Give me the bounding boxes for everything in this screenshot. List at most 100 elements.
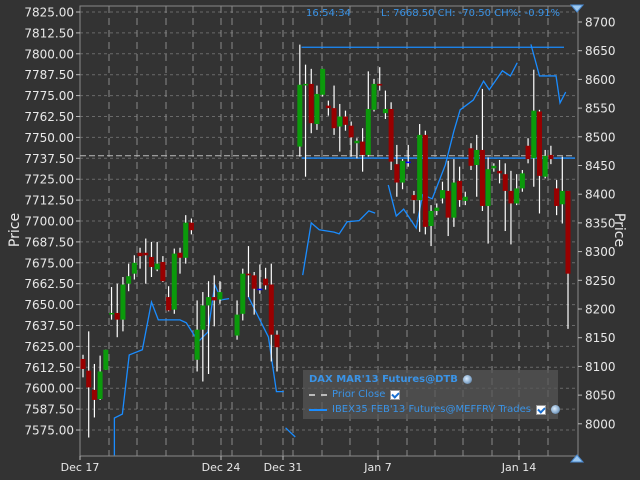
candle-body: [462, 196, 468, 201]
ibex-line-segment: [302, 210, 376, 276]
candle: [183, 215, 189, 264]
candle: [428, 205, 434, 247]
candle: [445, 160, 451, 237]
candle-body: [308, 83, 314, 124]
candle: [171, 248, 177, 314]
left-tick-label: 7775.00: [24, 89, 74, 103]
candle: [148, 241, 154, 278]
candle-body: [337, 116, 343, 127]
candle: [371, 78, 377, 112]
legend-title: DAX MAR'13 Futures@DTB: [309, 374, 458, 385]
candle-body: [394, 164, 400, 183]
candle: [519, 170, 525, 192]
left-tick-label: 7762.50: [24, 110, 74, 124]
candle-body: [143, 252, 149, 256]
candle-body: [268, 284, 274, 335]
candle-body: [274, 334, 280, 348]
candle: [348, 121, 354, 157]
left-tick-label: 7687.50: [24, 235, 74, 249]
right-tick-label: 8050: [585, 389, 616, 403]
prior-close-checkbox[interactable]: [390, 389, 401, 400]
candle-body: [388, 108, 394, 162]
candle-body: [251, 275, 257, 289]
candle-body: [211, 297, 217, 301]
legend-item-ibex: IBEX35 FEB'13 Futures@MEFFRV Trades: [332, 404, 531, 415]
candle-body: [320, 68, 326, 95]
candle-body: [457, 180, 463, 201]
left-tick-label: 7712.50: [24, 194, 74, 208]
candle-body: [400, 160, 406, 183]
legend: DAX MAR'13 Futures@DTB Prior Close IBEX3…: [303, 370, 560, 419]
candle-body: [240, 273, 246, 314]
candle-body: [114, 312, 120, 320]
candle: [240, 268, 246, 321]
candle: [314, 85, 320, 130]
candle: [325, 100, 331, 116]
candle: [559, 156, 565, 224]
candle: [86, 331, 92, 438]
candle: [422, 130, 428, 235]
ibex-checkbox[interactable]: [535, 404, 546, 415]
candle-body: [257, 288, 263, 291]
candle: [297, 44, 303, 157]
candle-body: [519, 173, 525, 189]
left-tick-label: 7700.00: [24, 215, 74, 229]
candle: [565, 190, 571, 329]
candle: [548, 145, 554, 165]
candle: [457, 166, 463, 207]
x-tick-label: Jan 14: [501, 461, 536, 474]
candle-body: [360, 141, 366, 155]
candle: [154, 241, 160, 272]
candle-body: [491, 165, 497, 169]
settings-icon[interactable]: [550, 405, 560, 414]
left-tick-label: 7725.00: [24, 173, 74, 187]
candle-body: [554, 188, 560, 206]
right-tick-label: 8500: [585, 130, 616, 144]
candle-body: [417, 134, 423, 201]
candle-body: [411, 195, 417, 201]
candle: [194, 300, 200, 372]
left-axis: 7825.00 7812.50 7800.00 7787.50 7775.00 7762.…: [24, 6, 80, 438]
right-tick-label: 8550: [585, 102, 616, 116]
candle-body: [126, 276, 132, 284]
candle: [331, 85, 337, 135]
x-axis: Dec 17 Dec 24 Dec 31 Jan 7 Jan 14: [61, 456, 536, 474]
candle-body: [536, 111, 542, 176]
candle-body: [428, 210, 434, 227]
candle: [303, 64, 309, 177]
left-tick-label: 7825.00: [24, 6, 74, 20]
candle: [200, 292, 206, 382]
left-tick-label: 7600.00: [24, 382, 74, 396]
left-tick-label: 7637.50: [24, 319, 74, 333]
left-tick-label: 7812.50: [24, 26, 74, 40]
candle: [320, 68, 326, 97]
candle-body: [109, 312, 115, 315]
right-tick-label: 8250: [585, 274, 616, 288]
candle-body: [451, 182, 457, 218]
candle: [103, 349, 109, 370]
candle-body: [542, 155, 548, 177]
ibex-line-segment: [285, 427, 296, 438]
candle-body: [342, 116, 348, 125]
candle-body: [502, 174, 508, 191]
candle-body: [131, 262, 137, 274]
left-tick-label: 7612.50: [24, 361, 74, 375]
candle: [126, 263, 132, 292]
top-scroll-marker-icon[interactable]: [569, 4, 585, 13]
candle: [468, 143, 474, 171]
right-tick-label: 8200: [585, 303, 616, 317]
candle-body: [371, 83, 377, 110]
candle-body: [565, 190, 571, 274]
right-tick-label: 8100: [585, 360, 616, 374]
left-axis-title: Price: [7, 212, 24, 248]
right-tick-label: 8700: [585, 16, 616, 30]
x-tick-label: Dec 24: [202, 461, 241, 474]
candle-body: [405, 161, 411, 164]
candle: [382, 90, 388, 120]
candle-body: [485, 169, 491, 206]
settings-icon[interactable]: [462, 375, 472, 384]
candle: [97, 355, 103, 400]
candle: [554, 180, 560, 216]
left-tick-label: 7625.00: [24, 340, 74, 354]
candle-body: [297, 84, 303, 147]
